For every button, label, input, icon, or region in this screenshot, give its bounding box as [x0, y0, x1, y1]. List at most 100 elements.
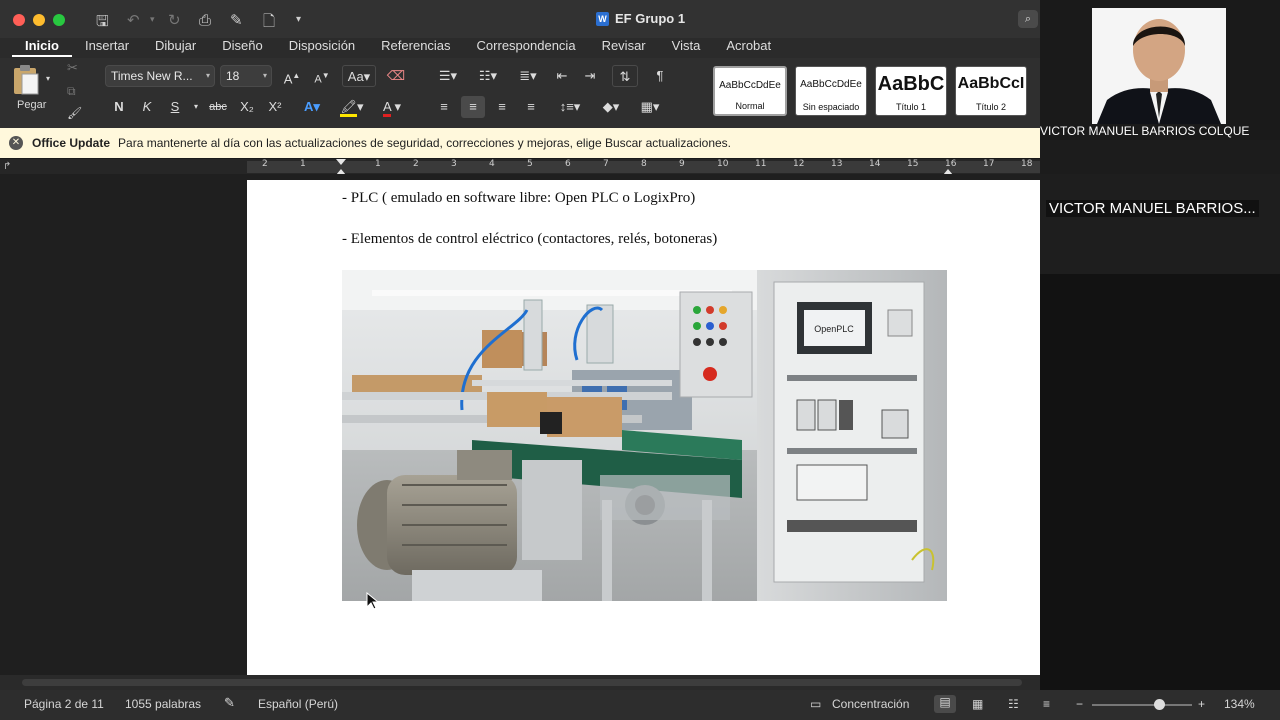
change-case-button[interactable]: Aa▾ — [342, 65, 376, 87]
horizontal-ruler[interactable]: ↱ 2 1 1 2 3 4 5 6 7 8 9 10 11 12 13 14 15 16 17 18 — [0, 158, 1040, 175]
decrease-indent-icon[interactable]: ⇤ — [550, 65, 574, 87]
zoom-slider[interactable] — [1092, 699, 1192, 710]
participant-tile[interactable]: VICTOR MANUEL BARRIOS... — [1040, 174, 1280, 274]
cut-icon[interactable]: ✂ — [67, 60, 78, 76]
paste-label: Pegar — [17, 99, 47, 111]
font-size-select[interactable]: 18 ▾ — [220, 65, 272, 87]
tab-referencias[interactable]: Referencias — [368, 35, 463, 57]
tab-correspondencia[interactable]: Correspondencia — [464, 35, 589, 57]
save-icon[interactable]: 🖫 — [96, 11, 109, 36]
italic-button[interactable]: K — [136, 96, 158, 118]
superscript-button[interactable]: X² — [264, 96, 286, 118]
tab-vista[interactable]: Vista — [659, 35, 714, 57]
tab-dibujar[interactable]: Dibujar — [142, 35, 209, 57]
paste-dropdown-icon[interactable]: ▾ — [46, 74, 50, 83]
word-count[interactable]: 1055 palabras — [125, 697, 201, 711]
numbering-button[interactable]: ☷▾ — [470, 65, 506, 87]
ruler-tick-label: 17 — [983, 159, 995, 169]
focus-mode[interactable]: Concentración — [832, 697, 909, 711]
clear-formatting-icon[interactable]: ⌫ — [384, 65, 408, 87]
grow-font-button[interactable]: A▲ — [280, 65, 304, 87]
bullets-button[interactable]: ☰▾ — [430, 65, 466, 87]
justify-icon[interactable]: ≡ — [519, 96, 543, 118]
undo-dropdown-icon[interactable]: ▾ — [150, 15, 155, 25]
close-window-button[interactable] — [13, 14, 25, 26]
font-color-button[interactable]: A ▾ — [374, 96, 410, 118]
show-formatting-icon[interactable]: ¶ — [648, 65, 672, 87]
tab-insertar[interactable]: Insertar — [72, 35, 142, 57]
person-portrait-illustration — [1092, 8, 1226, 124]
document-line[interactable]: - PLC ( emulado en software libre: Open … — [342, 190, 695, 207]
ruler-tick-label: 10 — [717, 159, 729, 169]
language[interactable]: Español (Perú) — [258, 697, 338, 711]
style-no-spacing[interactable]: AaBbCcDdEe Sin espaciado — [795, 66, 867, 116]
proofing-icon[interactable]: ✎ — [224, 695, 235, 711]
ruler-tick-label: 2 — [413, 159, 419, 169]
align-right-icon[interactable]: ≡ — [490, 96, 514, 118]
line-spacing-button[interactable]: ↕≡▾ — [552, 96, 588, 118]
strikethrough-button[interactable]: abc — [204, 96, 232, 118]
font-name-select[interactable]: Times New R... ▾ — [105, 65, 215, 87]
highlight-color-button[interactable]: 🖍▾ — [334, 96, 370, 118]
edit-icon[interactable]: ✎ — [230, 11, 243, 29]
close-icon[interactable]: ✕ — [9, 136, 23, 150]
ruler-indent-markers[interactable] — [0, 159, 1040, 175]
align-center-icon[interactable]: ≡ — [461, 96, 485, 118]
participant-tile[interactable]: VICTOR MANUEL BARRIOS COLQUE — [1040, 0, 1280, 140]
zoom-slider-thumb[interactable] — [1154, 699, 1165, 710]
maximize-window-button[interactable] — [53, 14, 65, 26]
search-icon[interactable]: ⌕ — [1018, 10, 1038, 28]
scrollbar-thumb[interactable] — [22, 679, 1022, 686]
word-window: 🖫 ↶ ▾ ↻ ⎙ ✎ 🗋 ▾ W EF Grupo 1 ⌕ Inicio In… — [0, 0, 1040, 690]
tab-acrobat[interactable]: Acrobat — [713, 35, 784, 57]
bold-button[interactable]: N — [108, 96, 130, 118]
zoom-out-icon[interactable]: − — [1076, 697, 1083, 711]
conveyor-plc-image[interactable]: OpenPLC — [342, 270, 947, 601]
zoom-level[interactable]: 134% — [1224, 697, 1255, 711]
sort-icon[interactable]: ⇅ — [612, 65, 638, 87]
underline-button[interactable]: S — [164, 96, 186, 118]
customize-toolbar-icon[interactable]: ▾ — [296, 14, 301, 25]
ribbon: ▾ Pegar ✂ ⧉ 🖌 Times New R... ▾ 18 ▾ A▲ A… — [0, 58, 1040, 128]
minimize-window-button[interactable] — [33, 14, 45, 26]
tab-revisar[interactable]: Revisar — [589, 35, 659, 57]
increase-indent-icon[interactable]: ⇥ — [578, 65, 602, 87]
borders-button[interactable]: ▦▾ — [632, 96, 668, 118]
zoom-in-icon[interactable]: + — [1198, 697, 1205, 711]
print-layout-icon[interactable]: ▤ — [934, 695, 956, 713]
horizontal-scrollbar[interactable] — [0, 675, 1040, 690]
copy-icon[interactable]: ⧉ — [67, 84, 76, 99]
tab-diseno[interactable]: Diseño — [209, 35, 275, 57]
page-count[interactable]: Página 2 de 11 — [24, 697, 104, 711]
shading-button[interactable]: ◆▾ — [594, 96, 628, 118]
focus-icon[interactable]: ▭ — [810, 697, 821, 711]
move-cursor-icon — [366, 591, 380, 615]
style-heading-2[interactable]: AaBbCcI Título 2 — [955, 66, 1027, 116]
tab-disposicion[interactable]: Disposición — [276, 35, 368, 57]
underline-dropdown-icon[interactable]: ▾ — [190, 96, 202, 118]
draft-icon[interactable]: ≡ — [1043, 697, 1050, 711]
undo-icon[interactable]: ↶ — [127, 11, 140, 29]
shrink-font-button[interactable]: A▼ — [310, 65, 334, 87]
ruler-tick-label: 16 — [945, 159, 957, 169]
multilevel-list-button[interactable]: ≣▾ — [510, 65, 546, 87]
text-effects-button[interactable]: A▾ — [298, 96, 326, 118]
web-layout-icon[interactable]: ▦ — [972, 697, 983, 711]
redo-icon[interactable]: ↻ — [168, 11, 181, 29]
style-normal[interactable]: AaBbCcDdEe Normal — [713, 66, 787, 116]
subscript-button[interactable]: X₂ — [236, 96, 258, 118]
print-icon[interactable]: ⎙ — [199, 11, 211, 29]
ruler-tick-label: 6 — [565, 159, 571, 169]
tab-inicio[interactable]: Inicio — [12, 35, 72, 57]
ruler-tick-label: 1 — [300, 159, 306, 169]
office-update-bar: ✕ Office Update Para mantenerte al día c… — [0, 128, 1040, 158]
style-heading-1[interactable]: AaBbC Título 1 — [875, 66, 947, 116]
industrial-conveyor-illustration: OpenPLC — [342, 270, 947, 601]
align-left-icon[interactable]: ≡ — [432, 96, 456, 118]
paste-button[interactable] — [12, 64, 40, 96]
outline-icon[interactable]: ☷ — [1008, 697, 1019, 711]
ruler-tick-label: 7 — [603, 159, 609, 169]
format-painter-icon[interactable]: 🖌 — [67, 106, 82, 120]
new-document-icon[interactable]: 🗋 — [263, 11, 275, 36]
document-line[interactable]: - Elementos de control eléctrico (contac… — [342, 231, 717, 248]
